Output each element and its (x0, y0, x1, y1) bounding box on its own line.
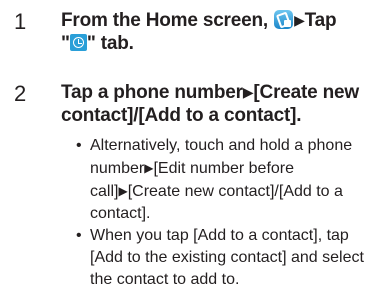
clock-history-icon (69, 34, 87, 51)
step-title: From the Home screen, ▶Tap " " tab. (61, 9, 377, 55)
list-item: Alternatively, touch and hold a phone nu… (76, 135, 381, 225)
list-item: When you tap [Add to a contact], tap [Ad… (76, 225, 381, 291)
arrow-icon: ▶ (294, 12, 305, 28)
note-text: When you tap [Add to a contact], tap [Ad… (90, 227, 364, 288)
notes-list: Alternatively, touch and hold a phone nu… (76, 135, 381, 291)
step-text: Tap (304, 10, 337, 31)
arrow-icon: ▶ (242, 84, 254, 100)
step-text: " (61, 33, 70, 54)
step-text: " tab. (86, 33, 134, 54)
note-text: [Create new contact]/[Add to a contact]. (90, 183, 343, 222)
arrow-icon: ▶ (118, 184, 128, 198)
step-number: 2 (14, 81, 27, 106)
step-number: 1 (14, 9, 27, 34)
contacts-app-icon (274, 10, 294, 29)
step-text: Tap a phone number (61, 82, 243, 103)
step-title: Tap a phone number▶[Create new contact]/… (61, 81, 377, 127)
step-text: From the Home screen, (61, 10, 274, 31)
